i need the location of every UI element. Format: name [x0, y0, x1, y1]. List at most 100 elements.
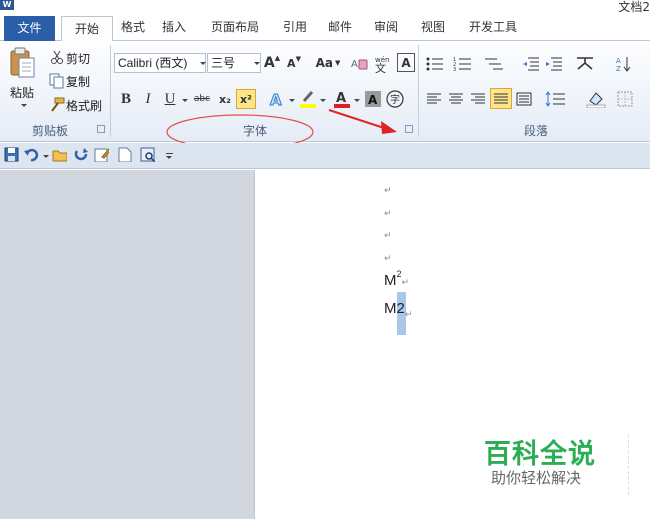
tab-developer[interactable]: 开发工具	[461, 18, 525, 41]
paste-button[interactable]: 粘贴	[6, 44, 42, 110]
tab-home[interactable]: 开始	[61, 16, 113, 42]
subscript-button[interactable]: x₂	[216, 89, 234, 109]
align-left-icon[interactable]	[426, 92, 442, 106]
grow-font-button[interactable]: A ▲	[263, 53, 281, 73]
distributed-icon[interactable]	[516, 92, 532, 106]
justify-icon	[494, 93, 508, 104]
watermark-subtitle: 助你轻松解决	[491, 469, 582, 487]
customize-toolbar-icon[interactable]	[166, 156, 172, 159]
text-effects-icon: A	[270, 91, 283, 110]
tab-format[interactable]: 格式	[116, 18, 150, 41]
font-dialog-launcher[interactable]	[405, 125, 413, 133]
scissors-icon	[51, 50, 63, 64]
align-right-icon[interactable]	[470, 92, 486, 106]
line-spacing-icon[interactable]	[545, 91, 567, 107]
superscript-button[interactable]: x²	[236, 89, 256, 109]
document-line-selected[interactable]: M2↵	[384, 300, 413, 319]
decrease-indent-icon[interactable]	[522, 56, 540, 72]
highlight-dropdown-arrow[interactable]	[320, 99, 326, 102]
bullets-icon[interactable]	[425, 56, 445, 72]
clipboard-dialog-launcher[interactable]	[97, 125, 105, 133]
base-text: M	[384, 272, 397, 289]
font-size-dropdown-arrow[interactable]	[254, 62, 260, 65]
copy-label: 复制	[66, 75, 91, 89]
borders-icon[interactable]	[617, 91, 633, 107]
font-color-button[interactable]: A	[331, 89, 353, 109]
print-preview-icon[interactable]	[140, 147, 155, 162]
strikethrough-button[interactable]: abc	[191, 89, 213, 109]
selected-text: M2	[384, 300, 405, 317]
shading-icon[interactable]	[586, 90, 606, 108]
new-document-icon[interactable]	[118, 147, 133, 162]
copy-button[interactable]: 复制	[48, 72, 108, 90]
group-divider	[110, 45, 111, 137]
paragraph-mark: ↵	[384, 186, 392, 196]
italic-button[interactable]: I	[139, 89, 157, 109]
shrink-font-button[interactable]: A ▼	[285, 53, 303, 73]
save-icon[interactable]	[4, 147, 19, 162]
tab-file[interactable]: 文件	[4, 16, 55, 41]
tab-mailings[interactable]: 邮件	[323, 18, 357, 41]
document-title: 文档2	[618, 0, 650, 14]
character-shading-button[interactable]: A	[364, 89, 382, 109]
paragraph-mark: ↵	[404, 309, 413, 319]
format-painter-button[interactable]: 格式刷	[48, 96, 108, 114]
font-name-combo[interactable]: Calibri (西文)	[114, 53, 206, 73]
text-effects-button[interactable]: A	[266, 89, 288, 110]
highlighter-icon	[300, 91, 316, 108]
undo-dropdown-arrow[interactable]	[43, 155, 49, 158]
tab-view[interactable]: 视图	[416, 18, 450, 41]
svg-text:A: A	[368, 93, 378, 107]
undo-icon[interactable]	[24, 147, 39, 162]
open-folder-icon[interactable]	[52, 147, 67, 162]
text-effects-dropdown-arrow[interactable]	[289, 99, 295, 102]
annotation-arrow	[328, 109, 397, 134]
character-border-button[interactable]: A	[397, 53, 415, 72]
quick-access-toolbar	[0, 143, 650, 169]
ribbon: 粘贴 剪切 复制 格式刷 剪贴板 Calibri (西文) 三号 A ▲ A ▼…	[0, 41, 650, 150]
redo-icon[interactable]	[74, 147, 89, 162]
paragraph-group-label: 段落	[523, 124, 548, 138]
tab-review[interactable]: 审阅	[369, 18, 403, 41]
character-shading-icon: A	[365, 91, 381, 107]
increase-indent-icon[interactable]	[545, 56, 563, 72]
align-center-icon[interactable]	[448, 92, 464, 106]
word-app-icon[interactable]: W	[0, 0, 14, 10]
paragraph-mark: ↵	[384, 231, 392, 241]
title-bar: W 文档2	[0, 0, 650, 14]
change-case-button[interactable]: Aa ▼	[313, 53, 343, 73]
tab-insert[interactable]: 插入	[157, 18, 191, 41]
edit-document-icon[interactable]	[94, 147, 109, 162]
multilevel-list-icon[interactable]	[483, 56, 505, 72]
font-size-combo[interactable]: 三号	[207, 53, 261, 73]
svg-text:Z: Z	[616, 65, 621, 73]
sort-icon[interactable]: AZ	[616, 55, 632, 73]
tab-references[interactable]: 引用	[278, 18, 312, 41]
cut-button[interactable]: 剪切	[48, 49, 108, 67]
underline-button[interactable]: U	[161, 89, 179, 109]
chinese-layout-icon[interactable]	[575, 55, 595, 71]
clear-formatting-button[interactable]: A	[350, 53, 368, 73]
tab-page-layout[interactable]: 页面布局	[203, 18, 267, 41]
clipboard-group-label: 剪贴板	[31, 124, 68, 138]
watermark-title: 百科全说	[484, 439, 596, 470]
text-highlight-button[interactable]	[297, 89, 319, 109]
font-name-dropdown-arrow[interactable]	[200, 62, 206, 65]
enclose-characters-button[interactable]: 字	[385, 89, 405, 109]
bold-button[interactable]: B	[117, 89, 135, 109]
justify-button[interactable]	[490, 88, 512, 109]
numbering-icon[interactable]: 123	[453, 56, 473, 72]
svg-text:A: A	[336, 91, 346, 106]
document-line-superscript[interactable]: M2↵	[384, 269, 409, 289]
paste-label: 粘贴	[10, 86, 35, 100]
underline-dropdown-arrow[interactable]	[182, 99, 188, 102]
format-painter-icon	[51, 97, 65, 112]
superscript-text: 2	[396, 269, 402, 279]
ribbon-tab-bar: 文件 开始 格式 插入 页面布局 引用 邮件 审阅 视图 开发工具	[0, 14, 650, 42]
font-color-dropdown-arrow[interactable]	[354, 99, 360, 102]
group-divider	[418, 45, 419, 137]
font-color-icon: A	[334, 91, 350, 108]
paste-icon	[10, 47, 35, 78]
paste-dropdown-arrow[interactable]	[21, 104, 27, 107]
phonetic-guide-button[interactable]: wén 文	[372, 53, 394, 73]
